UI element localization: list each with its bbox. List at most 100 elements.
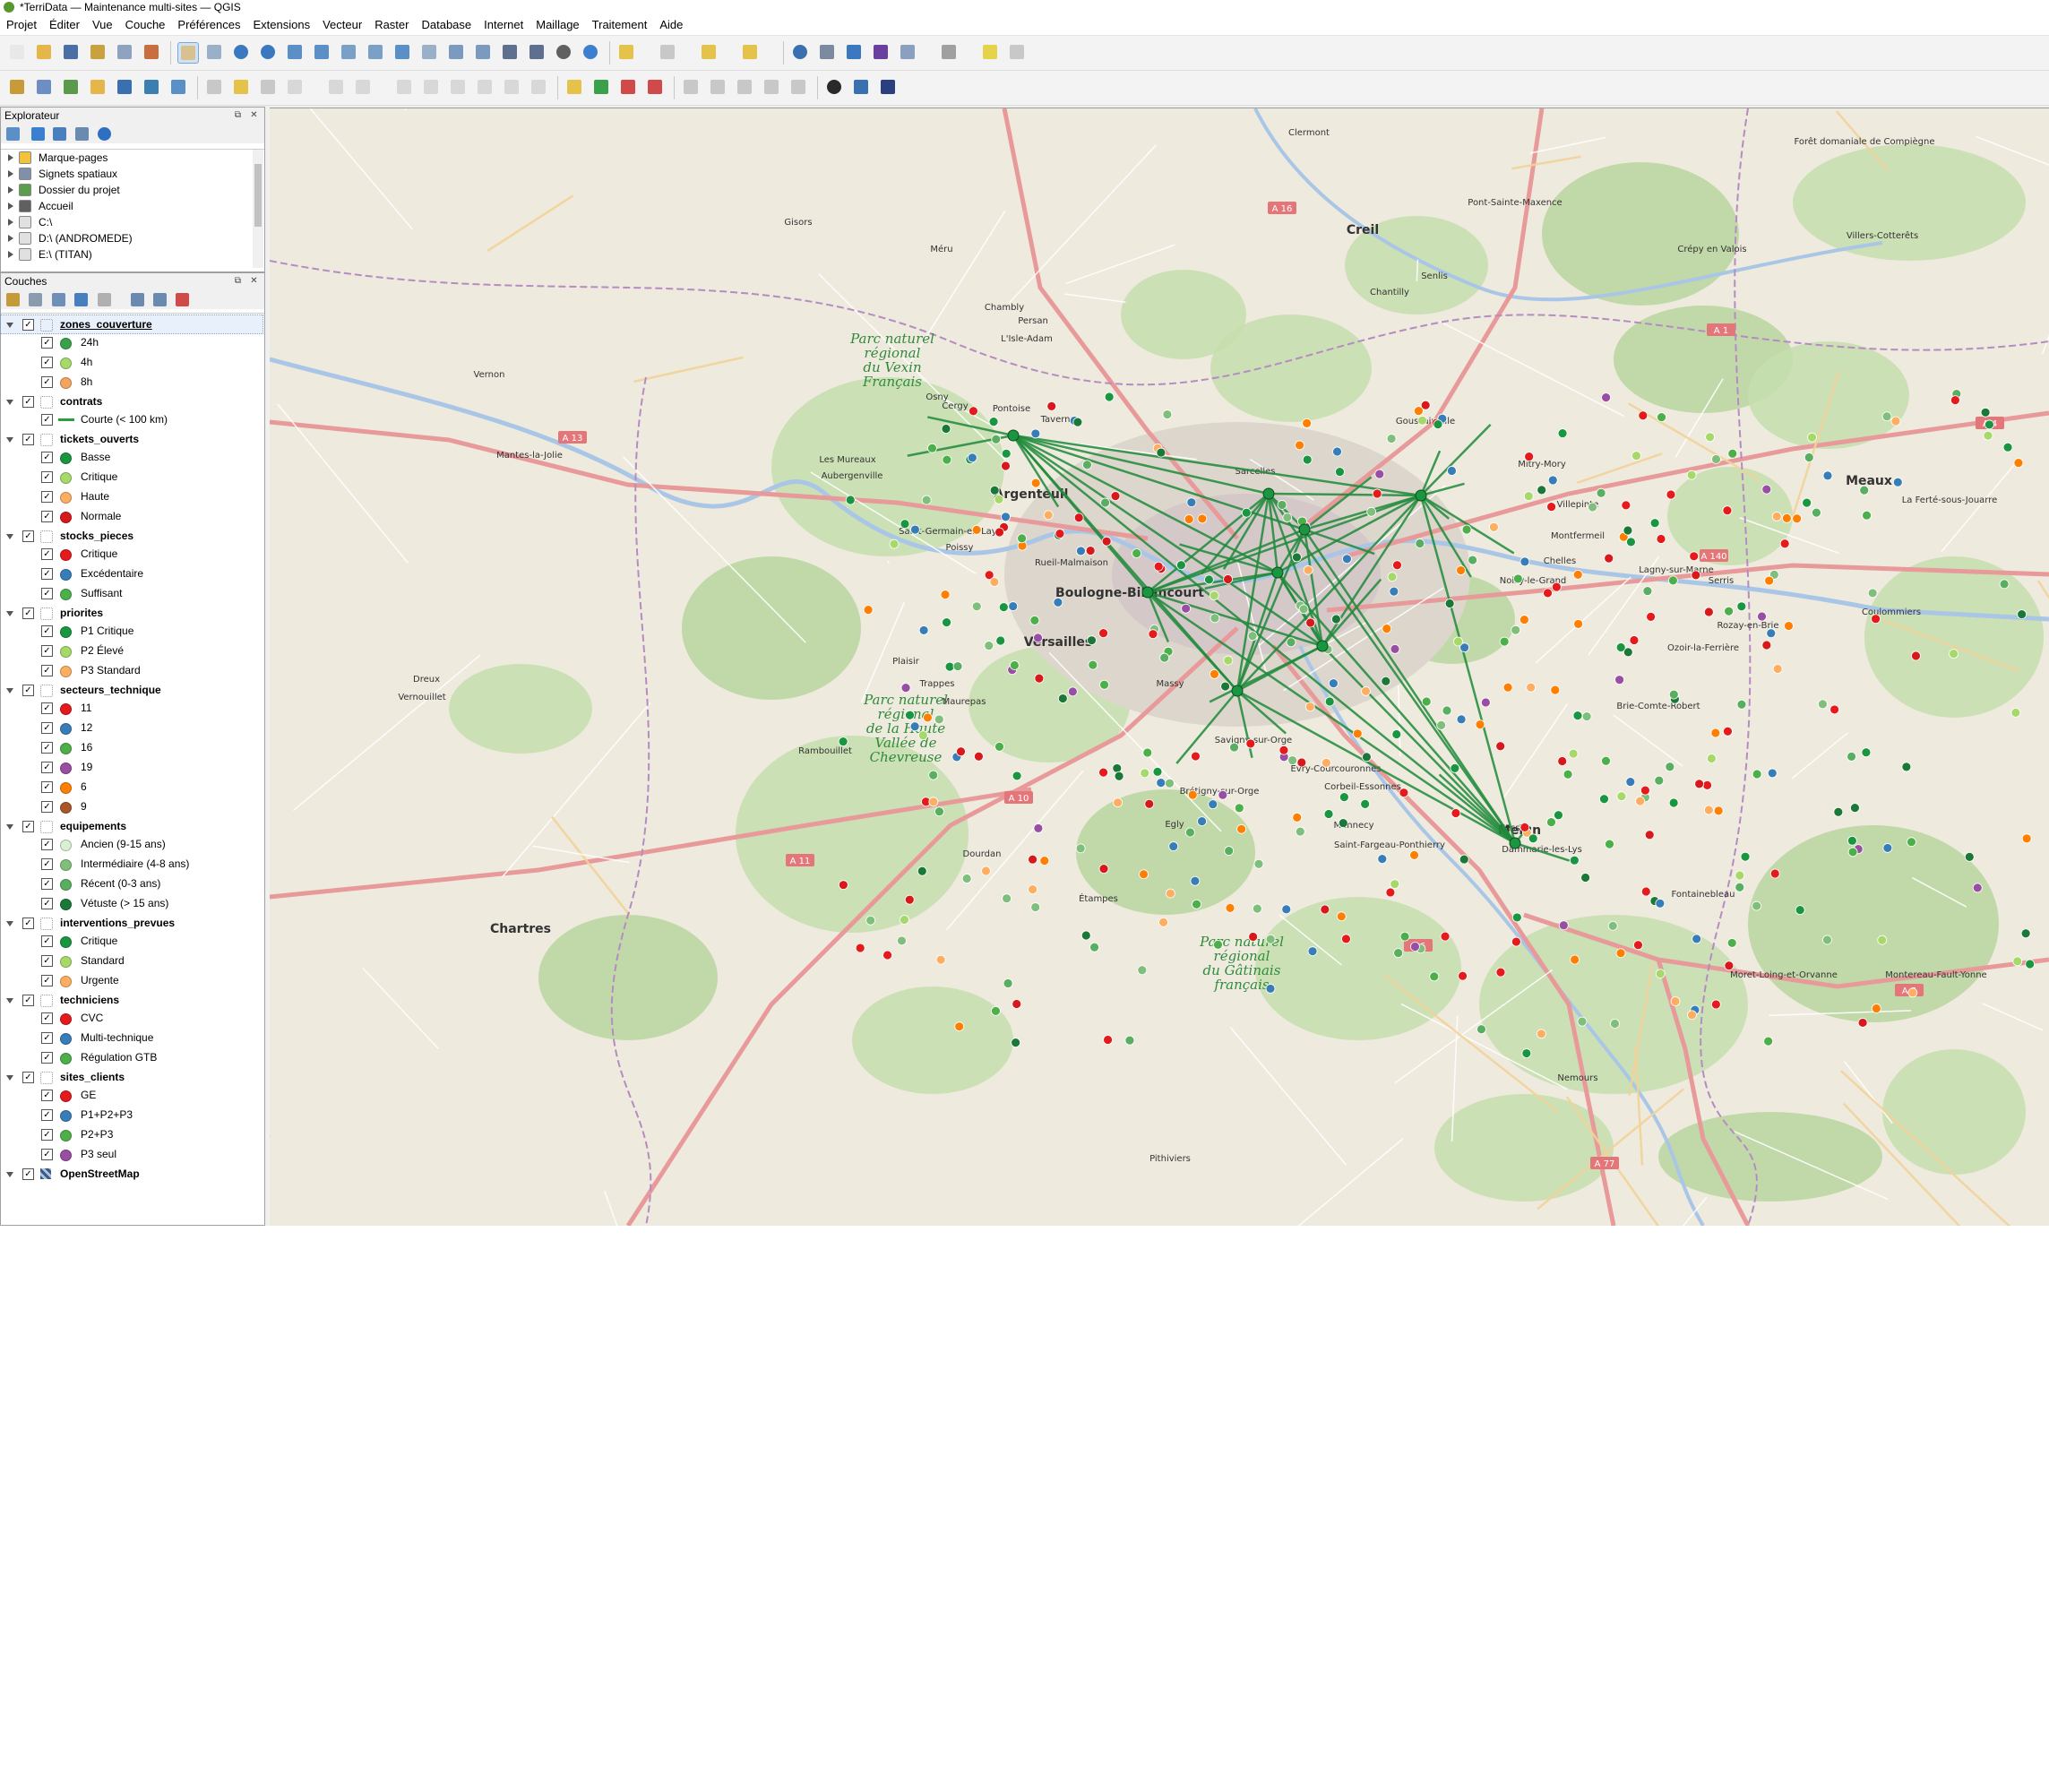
site-point[interactable] (1124, 1035, 1135, 1046)
site-point[interactable] (984, 641, 994, 651)
site-point[interactable] (1296, 757, 1307, 768)
site-point[interactable] (1633, 940, 1643, 951)
site-point[interactable] (1072, 417, 1083, 427)
layer-visibility-checkbox[interactable]: ✓ (22, 1072, 34, 1083)
site-point[interactable] (1458, 970, 1468, 981)
hub-point[interactable] (1141, 586, 1154, 599)
statistics-button[interactable] (871, 42, 891, 62)
site-point[interactable] (1110, 491, 1121, 502)
redo-button[interactable] (529, 77, 548, 97)
hub-point[interactable] (1509, 837, 1521, 849)
new-map-view-button[interactable] (446, 42, 466, 62)
site-point[interactable] (1722, 505, 1733, 516)
close-panel-icon[interactable]: ✕ (249, 276, 259, 286)
site-point[interactable] (2012, 956, 2023, 967)
layer-visibility-checkbox[interactable]: ✓ (22, 821, 34, 832)
hub-point[interactable] (1007, 429, 1020, 442)
site-point[interactable] (1190, 875, 1201, 886)
expand-arrow-icon[interactable] (8, 251, 13, 258)
legend-item[interactable]: ✓ P3 Standard (1, 661, 263, 679)
legend-item[interactable]: ✓ 4h (1, 353, 263, 371)
site-point[interactable] (1144, 798, 1155, 809)
site-point[interactable] (952, 661, 963, 671)
site-point[interactable] (981, 866, 991, 876)
site-point[interactable] (1769, 868, 1780, 879)
site-point[interactable] (1557, 756, 1568, 766)
legend-item[interactable]: ✓ 24h (1, 333, 263, 351)
site-point[interactable] (1557, 428, 1568, 439)
site-point[interactable] (1523, 491, 1534, 502)
site-point[interactable] (1009, 660, 1020, 670)
site-point[interactable] (1573, 619, 1583, 629)
paste-button[interactable] (475, 77, 495, 97)
site-point[interactable] (1752, 900, 1762, 911)
layer-visibility-checkbox[interactable]: ✓ (22, 918, 34, 929)
site-point[interactable] (1352, 728, 1363, 739)
site-point[interactable] (1030, 902, 1041, 912)
legend-item[interactable]: ✓ 19 (1, 758, 263, 776)
site-point[interactable] (1321, 757, 1331, 768)
site-point[interactable] (1389, 586, 1399, 597)
legend-item[interactable]: ✓ Récent (0-3 ans) (1, 874, 263, 892)
site-point[interactable] (897, 935, 907, 946)
site-point[interactable] (1475, 719, 1485, 729)
legend-item-checkbox[interactable]: ✓ (41, 702, 53, 714)
site-point[interactable] (1252, 903, 1262, 914)
site-point[interactable] (1605, 839, 1614, 849)
site-point[interactable] (1192, 899, 1201, 909)
add-feature-button[interactable] (285, 77, 305, 97)
pan-button[interactable] (177, 42, 199, 64)
add-raster-button[interactable] (115, 77, 134, 97)
site-point[interactable] (1655, 969, 1666, 979)
site-point[interactable] (1046, 401, 1057, 411)
site-point[interactable] (1761, 484, 1772, 495)
legend-item-checkbox[interactable]: ✓ (41, 491, 53, 503)
site-point[interactable] (1572, 711, 1583, 720)
filter-legend-icon[interactable] (74, 293, 88, 306)
site-point[interactable] (917, 730, 928, 741)
layer-visibility-checkbox[interactable]: ✓ (22, 607, 34, 619)
site-point[interactable] (1034, 673, 1045, 684)
site-point[interactable] (1621, 500, 1631, 511)
site-point[interactable] (1241, 507, 1252, 518)
legend-item-checkbox[interactable]: ✓ (41, 878, 53, 890)
menu-item-5[interactable]: Extensions (247, 15, 317, 35)
pin-labels-button[interactable] (681, 77, 701, 97)
legend-item[interactable]: ✓ Urgente (1, 971, 263, 989)
site-point[interactable] (1100, 497, 1110, 508)
site-point[interactable] (1304, 702, 1315, 712)
site-point[interactable] (1735, 882, 1745, 892)
site-point[interactable] (1767, 768, 1778, 779)
add-selected-layers-icon[interactable] (6, 127, 20, 141)
site-point[interactable] (1342, 554, 1352, 564)
site-point[interactable] (1140, 768, 1150, 779)
site-point[interactable] (1099, 679, 1109, 690)
site-point[interactable] (1399, 931, 1410, 942)
site-point[interactable] (921, 495, 932, 505)
menu-item-3[interactable]: Couche (119, 15, 172, 35)
site-point[interactable] (1184, 514, 1194, 524)
layer-group-contrats[interactable]: ✓ contrats (1, 392, 263, 410)
float-panel-icon[interactable]: ⧉ (233, 276, 243, 286)
site-point[interactable] (1033, 633, 1043, 643)
explorer-item[interactable]: Accueil (1, 198, 243, 214)
collapse-arrow-icon[interactable] (6, 323, 13, 328)
site-point[interactable] (1442, 705, 1452, 716)
field-calculator-button[interactable] (898, 42, 917, 62)
site-point[interactable] (900, 683, 911, 693)
site-point[interactable] (1187, 789, 1198, 800)
site-point[interactable] (1335, 467, 1345, 477)
site-point[interactable] (1287, 755, 1298, 765)
site-point[interactable] (1537, 485, 1547, 495)
site-point[interactable] (1616, 791, 1627, 802)
site-point[interactable] (961, 874, 972, 883)
undo-button[interactable] (502, 77, 521, 97)
site-point[interactable] (1550, 685, 1561, 695)
layer-group-secteurs_technique[interactable]: ✓ secteurs_technique (1, 681, 263, 699)
legend-item-checkbox[interactable]: ✓ (41, 625, 53, 637)
site-point[interactable] (1191, 751, 1201, 762)
site-point[interactable] (941, 424, 951, 434)
site-point[interactable] (1197, 513, 1208, 524)
site-point[interactable] (1168, 841, 1179, 851)
menu-item-0[interactable]: Projet (0, 15, 43, 35)
